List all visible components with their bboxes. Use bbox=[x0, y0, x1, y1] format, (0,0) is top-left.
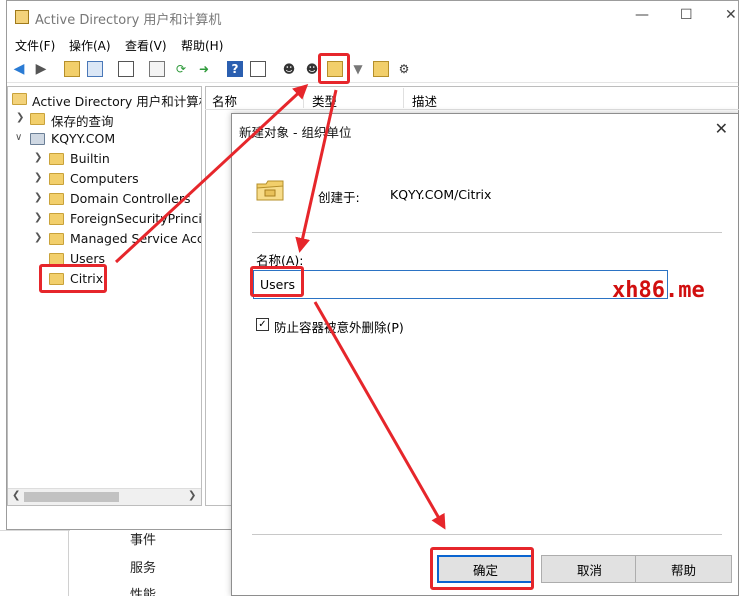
tree-item-label: 保存的查询 bbox=[51, 114, 114, 129]
chevron-right-icon[interactable]: ❯ bbox=[16, 112, 24, 123]
scroll-left-icon[interactable]: ❮ bbox=[12, 490, 20, 501]
filter-icon[interactable]: ▼ bbox=[350, 61, 366, 77]
close-button[interactable]: ✕ bbox=[725, 7, 737, 23]
protect-checkbox-label[interactable]: 防止容器被意外删除(P) bbox=[274, 317, 404, 336]
menu-bar: 文件(F) 操作(A) 查看(V) 帮助(H) bbox=[7, 34, 738, 56]
tree-item-label: Users bbox=[70, 251, 106, 266]
tree-item-label: Citrix bbox=[70, 271, 104, 286]
dialog-title: 新建对象 - 组织单位 bbox=[239, 125, 352, 140]
menu-help[interactable]: 帮助(H) bbox=[181, 37, 223, 54]
tree-item-label: ForeignSecurityPrincipals bbox=[70, 211, 202, 226]
tree-item-label: Managed Service Accounts bbox=[70, 231, 201, 246]
tree-item-domain[interactable]: ∨ KQYY.COM bbox=[8, 129, 201, 149]
title-bar: Active Directory 用户和计算机 — ☐ ✕ bbox=[7, 1, 738, 33]
folder-icon bbox=[30, 113, 45, 125]
forward-icon[interactable]: ▶ bbox=[33, 61, 49, 77]
help-button[interactable]: 帮助 bbox=[635, 555, 732, 583]
console-tree-icon[interactable] bbox=[87, 61, 103, 77]
new-ou-icon[interactable] bbox=[327, 61, 343, 77]
chevron-right-icon[interactable]: ❯ bbox=[34, 172, 42, 183]
new-user-icon[interactable]: ☻ bbox=[281, 61, 297, 77]
background-pane bbox=[0, 530, 70, 596]
created-in-value: KQYY.COM/Citrix bbox=[390, 187, 492, 202]
tree-item-builtin[interactable]: ❯ Builtin bbox=[8, 149, 201, 169]
protect-checkbox[interactable]: ✓ bbox=[256, 318, 269, 331]
dialog-close-icon[interactable]: ✕ bbox=[715, 119, 728, 138]
tree-root-label: Active Directory 用户和计算机 bbox=[32, 94, 202, 109]
tree-item-domain-controllers[interactable]: ❯ Domain Controllers bbox=[8, 189, 201, 209]
help-icon[interactable]: ? bbox=[227, 61, 243, 77]
window-title: Active Directory 用户和计算机 bbox=[35, 13, 222, 28]
scrollbar-thumb[interactable] bbox=[24, 492, 119, 502]
cancel-button[interactable]: 取消 bbox=[541, 555, 638, 583]
ou-folder-icon bbox=[49, 273, 64, 285]
dialog-separator bbox=[252, 534, 722, 535]
refresh-icon[interactable]: ⟳ bbox=[173, 61, 189, 77]
tree-item-label: KQYY.COM bbox=[51, 131, 116, 146]
folder-icon bbox=[49, 193, 64, 205]
tree-item-foreign-security-principals[interactable]: ❯ ForeignSecurityPrincipals bbox=[8, 209, 202, 229]
name-input[interactable] bbox=[253, 270, 668, 299]
tree-horizontal-scrollbar[interactable]: ❮ ❯ bbox=[8, 488, 201, 505]
folder-icon bbox=[49, 153, 64, 165]
background-item-performance[interactable]: 性能 bbox=[130, 584, 156, 596]
dialog-separator bbox=[252, 232, 722, 233]
folder-icon bbox=[49, 233, 64, 245]
console-tree: Active Directory 用户和计算机 ❯ 保存的查询 ∨ KQYY.C… bbox=[7, 86, 202, 506]
tree-item-citrix[interactable]: Citrix bbox=[8, 269, 201, 289]
view-icon[interactable] bbox=[250, 61, 266, 77]
folder-icon bbox=[49, 213, 64, 225]
ad-app-icon bbox=[15, 10, 29, 24]
created-in-label: 创建于: bbox=[318, 190, 360, 205]
menu-file[interactable]: 文件(F) bbox=[15, 37, 55, 54]
minimize-button[interactable]: — bbox=[635, 7, 649, 23]
domain-icon bbox=[30, 133, 45, 145]
folder-icon bbox=[49, 173, 64, 185]
tree-item-saved-queries[interactable]: ❯ 保存的查询 bbox=[8, 109, 201, 129]
add-to-group-icon[interactable]: ⚙ bbox=[396, 61, 412, 77]
tree-item-users[interactable]: Users bbox=[8, 249, 201, 269]
menu-view[interactable]: 查看(V) bbox=[125, 37, 167, 54]
tree-item-label: Builtin bbox=[70, 151, 110, 166]
toolbar: ◀ ▶ ⟳ ➜ ? ☻ ☻ ▼ ⚙ bbox=[7, 57, 738, 83]
column-type[interactable]: 类型 bbox=[312, 91, 337, 110]
chevron-right-icon[interactable]: ❯ bbox=[34, 212, 42, 223]
chevron-down-icon[interactable]: ∨ bbox=[15, 132, 22, 143]
export-icon[interactable]: ➜ bbox=[196, 61, 212, 77]
clipboard-icon[interactable] bbox=[118, 61, 134, 77]
column-name[interactable]: 名称 bbox=[212, 91, 237, 110]
maximize-button[interactable]: ☐ bbox=[680, 7, 693, 23]
column-divider[interactable] bbox=[403, 88, 404, 108]
ad-root-icon bbox=[12, 93, 27, 105]
scroll-right-icon[interactable]: ❯ bbox=[188, 490, 196, 501]
find-icon[interactable] bbox=[373, 61, 389, 77]
name-label: 名称(A): bbox=[256, 253, 304, 268]
column-divider[interactable] bbox=[303, 88, 304, 108]
new-ou-dialog: 新建对象 - 组织单位 ✕ 创建于: KQYY.COM/Citrix 名称(A)… bbox=[231, 113, 739, 596]
tree-item-managed-service-accounts[interactable]: ❯ Managed Service Accounts bbox=[8, 229, 201, 249]
watermark-text: xh86.me bbox=[612, 278, 705, 303]
menu-action[interactable]: 操作(A) bbox=[69, 37, 111, 54]
chevron-right-icon[interactable]: ❯ bbox=[34, 192, 42, 203]
tree-item-computers[interactable]: ❯ Computers bbox=[8, 169, 201, 189]
properties-icon[interactable] bbox=[149, 61, 165, 77]
list-header: 名称 类型 描述 bbox=[205, 86, 739, 110]
column-description[interactable]: 描述 bbox=[412, 91, 437, 110]
tree-root[interactable]: Active Directory 用户和计算机 bbox=[8, 89, 202, 109]
background-item-services[interactable]: 服务 bbox=[130, 557, 156, 576]
chevron-right-icon[interactable]: ❯ bbox=[34, 232, 42, 243]
tree-item-label: Computers bbox=[70, 171, 139, 186]
chevron-right-icon[interactable]: ❯ bbox=[34, 152, 42, 163]
new-group-icon[interactable]: ☻ bbox=[304, 61, 320, 77]
folder-icon bbox=[49, 253, 64, 265]
ou-folder-icon bbox=[256, 180, 284, 201]
background-divider bbox=[68, 530, 69, 596]
tree-item-label: Domain Controllers bbox=[70, 191, 191, 206]
up-folder-icon[interactable] bbox=[64, 61, 80, 77]
ok-button[interactable]: 确定 bbox=[437, 555, 534, 583]
background-item-events[interactable]: 事件 bbox=[130, 529, 156, 548]
back-icon[interactable]: ◀ bbox=[11, 61, 27, 77]
